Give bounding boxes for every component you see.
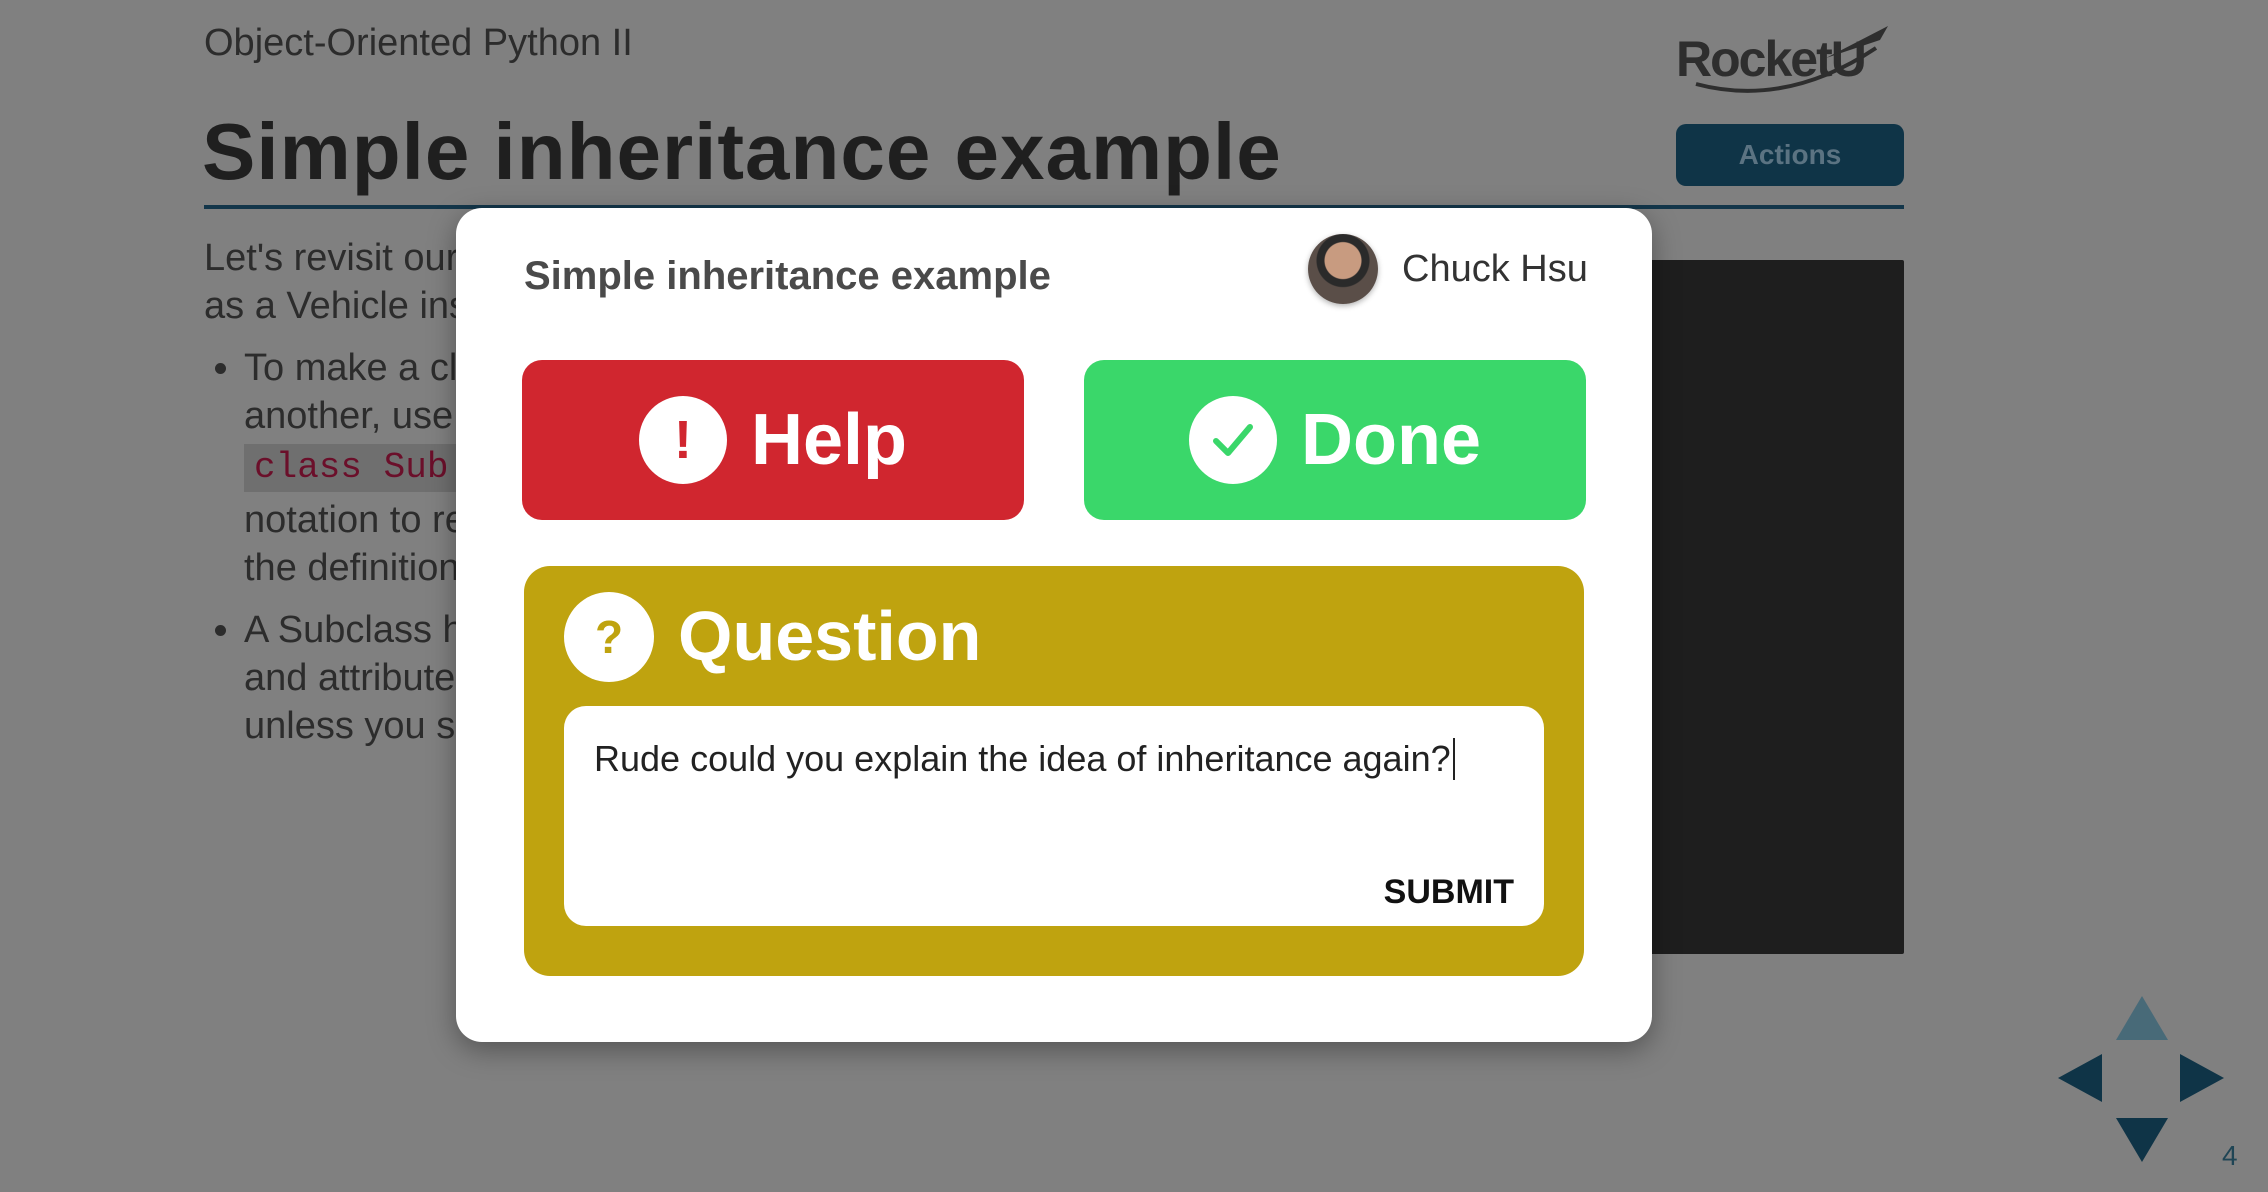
checkmark-icon <box>1189 396 1277 484</box>
help-label: Help <box>750 400 908 480</box>
bullet-line: and attribute <box>244 657 456 699</box>
actions-button[interactable]: Actions <box>1676 124 1904 186</box>
submit-button[interactable]: SUBMIT <box>1384 873 1514 912</box>
bullet-line: the definition <box>244 547 460 589</box>
feedback-modal: Simple inheritance example Chuck Hsu ! H… <box>456 208 1652 1042</box>
bullet-line: notation to re <box>244 499 466 541</box>
code-snippet: class Sub <box>244 444 459 492</box>
user-name: Chuck Hsu <box>1402 248 1588 290</box>
exclamation-icon: ! <box>638 396 727 484</box>
nav-left-arrow-icon[interactable] <box>2058 1054 2102 1102</box>
slide-title: Simple inheritance example <box>202 107 1282 196</box>
question-mark-icon: ? <box>564 592 654 682</box>
done-button[interactable]: Done <box>1084 360 1586 520</box>
nav-right-arrow-icon[interactable] <box>2180 1054 2224 1102</box>
question-card: ? Question Rude could you explain the id… <box>524 566 1584 976</box>
nav-up-arrow-icon[interactable] <box>2116 996 2168 1040</box>
bullet-line: unless you sp <box>244 705 477 747</box>
question-text[interactable]: Rude could you explain the idea of inher… <box>594 738 1455 780</box>
question-label: Question <box>678 597 982 675</box>
help-button[interactable]: ! Help <box>522 360 1024 520</box>
nav-down-arrow-icon[interactable] <box>2116 1118 2168 1162</box>
slide-body: Let's revisit our as a Vehicle ins To ma… <box>204 234 480 764</box>
exclamation-glyph: ! <box>673 410 692 470</box>
rocketu-logo: RocketU <box>1676 26 1888 93</box>
deck-subtitle: Object-Oriented Python II <box>204 22 633 64</box>
intro-line: as a Vehicle ins <box>204 285 469 327</box>
bullet-item: A Subclass h and attribute unless you sp <box>244 606 480 750</box>
intro-line: Let's revisit our <box>204 237 459 279</box>
bullet-line: To make a cl <box>244 347 458 389</box>
done-label: Done <box>1301 400 1481 480</box>
bullet-line: another, use <box>244 395 454 437</box>
bullet-line: A Subclass h <box>244 609 464 651</box>
bullet-item: To make a cl another, use class Sub nota… <box>244 344 480 592</box>
avatar <box>1308 234 1378 304</box>
bullet-list: To make a cl another, use class Sub nota… <box>204 344 480 750</box>
page-number: 4 <box>2222 1140 2238 1171</box>
logo-text: RocketU <box>1676 31 1865 87</box>
question-input[interactable]: Rude could you explain the idea of inher… <box>564 706 1544 926</box>
modal-title: Simple inheritance example <box>524 254 1051 298</box>
